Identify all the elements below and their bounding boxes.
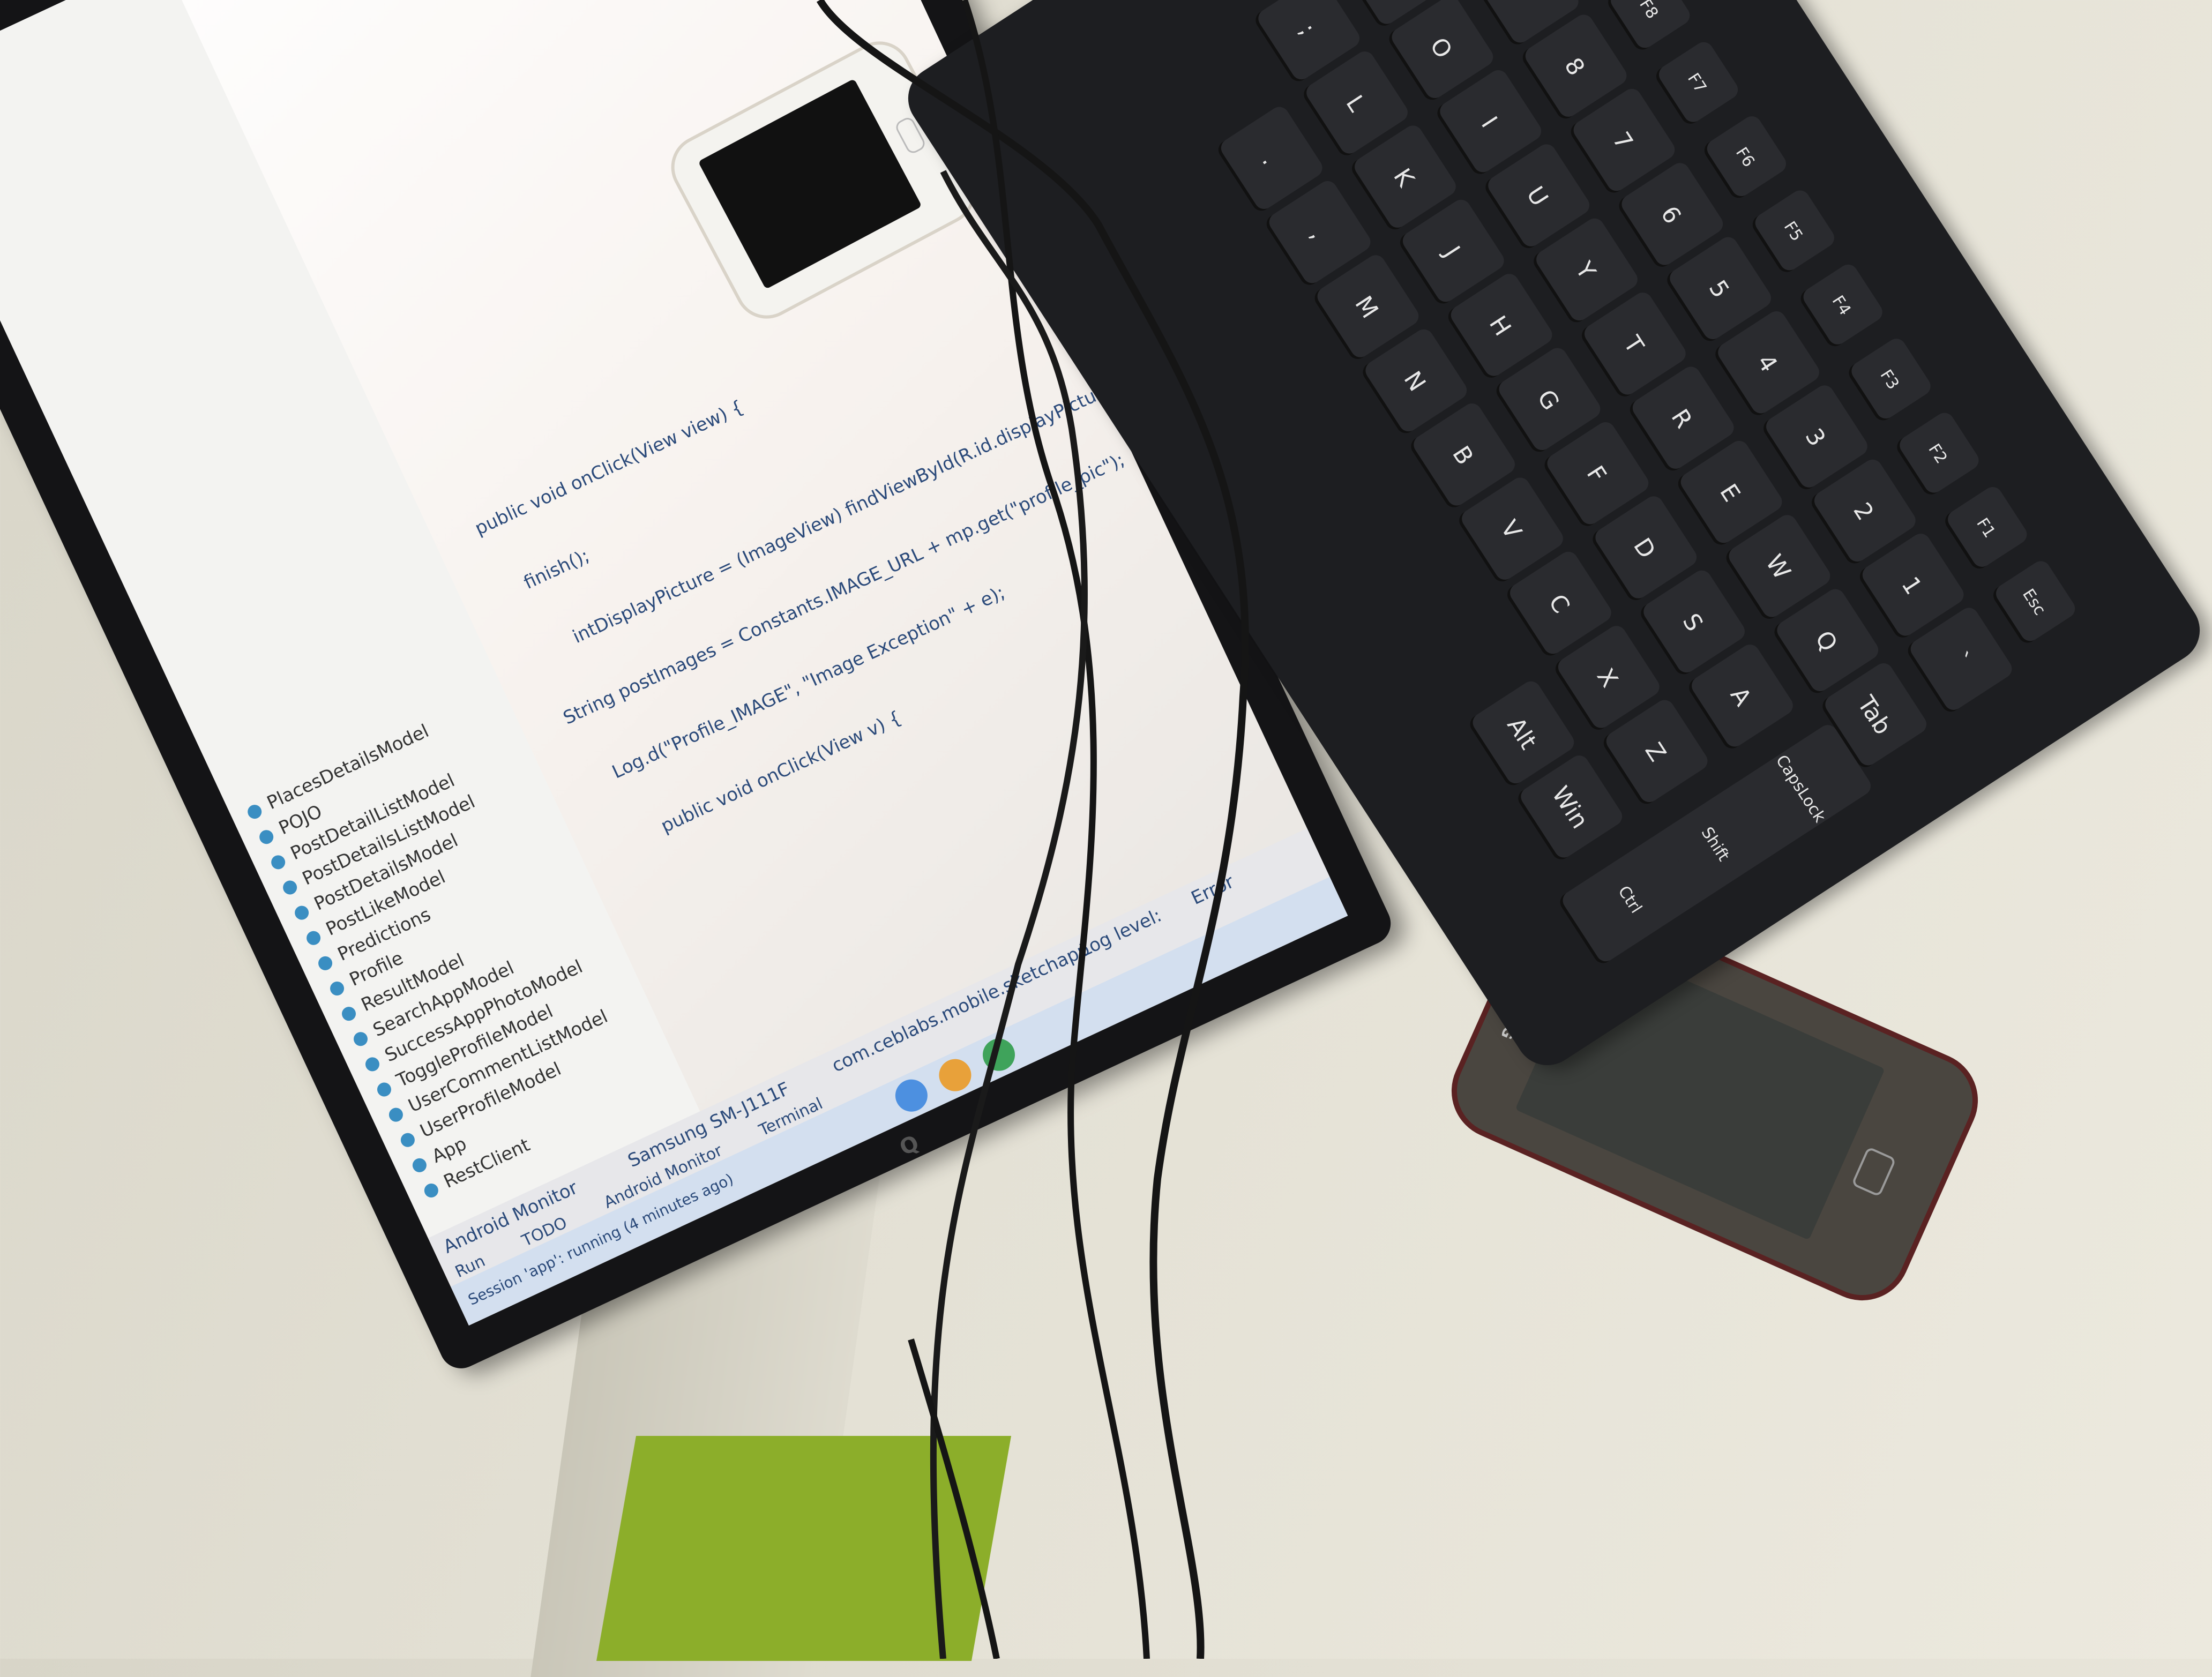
cables [816, 0, 1249, 1659]
cable [816, 0, 1249, 1659]
cable [908, 1338, 1000, 1659]
cable [930, 170, 1088, 1659]
